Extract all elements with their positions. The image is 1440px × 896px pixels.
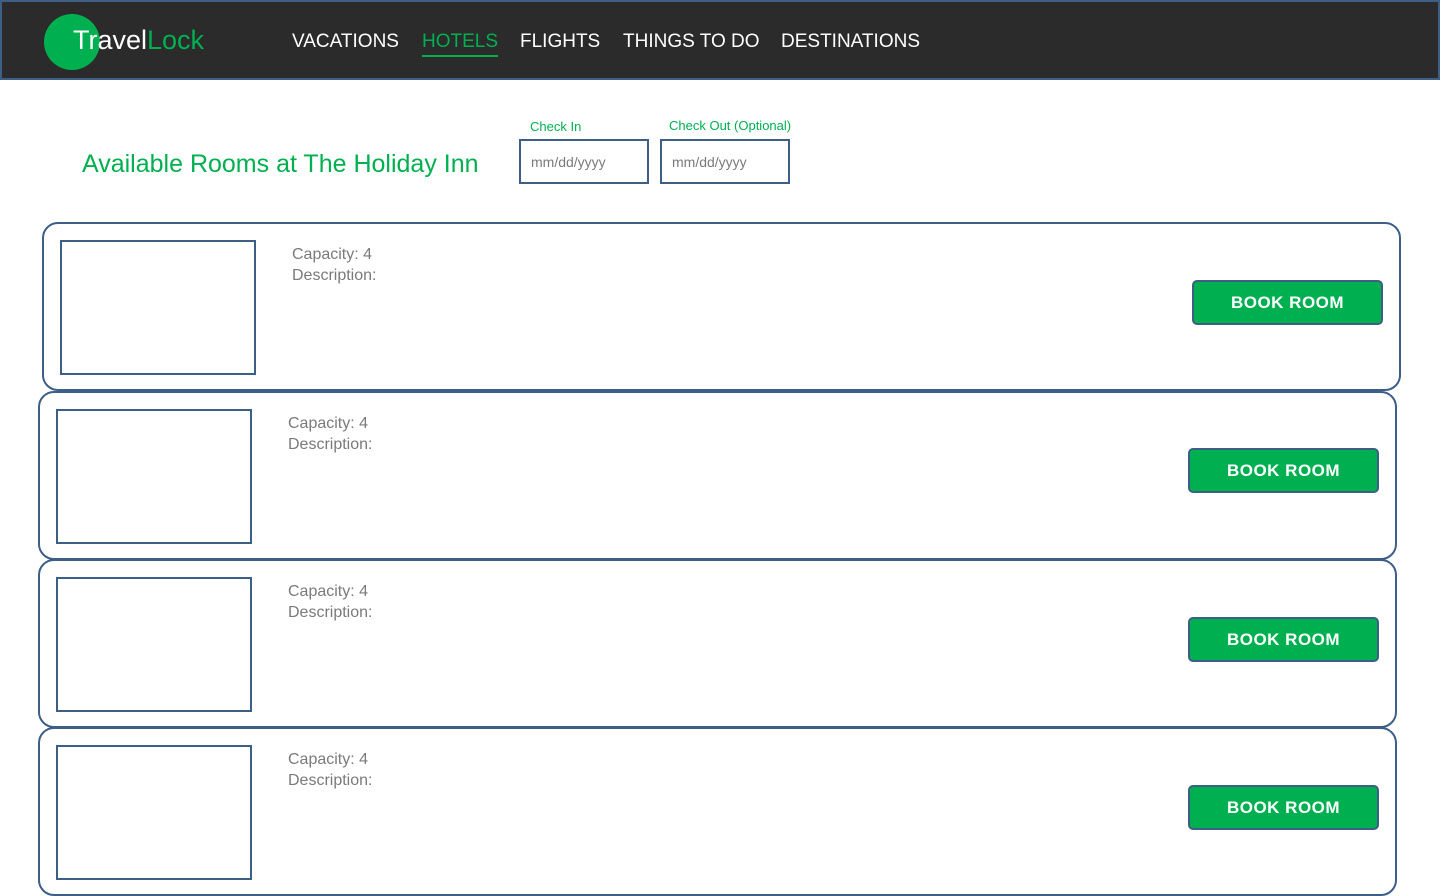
nav-item-flights[interactable]: FLIGHTS bbox=[520, 30, 600, 54]
room-capacity: Capacity: 4 bbox=[288, 415, 369, 432]
nav-item-things-to-do[interactable]: THINGS TO DO bbox=[623, 30, 760, 54]
room-image-placeholder bbox=[56, 409, 252, 544]
room-card: Capacity: 4 Description: BOOK ROOM bbox=[38, 727, 1397, 896]
room-info: Capacity: 4 Description: bbox=[288, 581, 372, 623]
room-info: Capacity: 4 Description: bbox=[288, 413, 372, 455]
book-room-button[interactable]: BOOK ROOM bbox=[1188, 448, 1379, 493]
brand-name-part2: Lock bbox=[147, 25, 205, 55]
top-navigation-bar: TravelLock VACATIONS HOTELS FLIGHTS THIN… bbox=[0, 0, 1440, 80]
check-out-input[interactable] bbox=[660, 139, 790, 184]
brand-name-part1: Travel bbox=[73, 25, 148, 55]
room-capacity: Capacity: 4 bbox=[288, 751, 369, 768]
room-image-placeholder bbox=[56, 745, 252, 880]
room-info: Capacity: 4 Description: bbox=[288, 749, 372, 791]
room-description: Description: bbox=[288, 436, 373, 453]
room-capacity: Capacity: 4 bbox=[288, 583, 369, 600]
room-description: Description: bbox=[288, 604, 373, 621]
book-room-button[interactable]: BOOK ROOM bbox=[1188, 785, 1379, 830]
room-card: Capacity: 4 Description: BOOK ROOM bbox=[38, 559, 1397, 728]
room-description: Description: bbox=[292, 267, 377, 284]
check-out-label: Check Out (Optional) bbox=[669, 118, 792, 133]
room-card: Capacity: 4 Description: BOOK ROOM bbox=[42, 222, 1401, 391]
page-title: Available Rooms at The Holiday Inn bbox=[82, 150, 479, 178]
nav-item-vacations[interactable]: VACATIONS bbox=[292, 30, 399, 54]
book-room-button[interactable]: BOOK ROOM bbox=[1188, 617, 1379, 662]
nav-item-hotels[interactable]: HOTELS bbox=[422, 30, 499, 57]
room-image-placeholder bbox=[60, 240, 256, 375]
nav-item-destinations[interactable]: DESTINATIONS bbox=[781, 30, 920, 54]
check-in-input[interactable] bbox=[519, 139, 649, 184]
room-info: Capacity: 4 Description: bbox=[292, 244, 376, 286]
check-in-label: Check In bbox=[530, 119, 582, 134]
room-description: Description: bbox=[288, 772, 373, 789]
book-room-button[interactable]: BOOK ROOM bbox=[1192, 280, 1383, 325]
brand-logo[interactable]: TravelLock bbox=[73, 23, 204, 57]
room-card: Capacity: 4 Description: BOOK ROOM bbox=[38, 391, 1397, 560]
room-image-placeholder bbox=[56, 577, 252, 712]
room-capacity: Capacity: 4 bbox=[292, 246, 373, 263]
